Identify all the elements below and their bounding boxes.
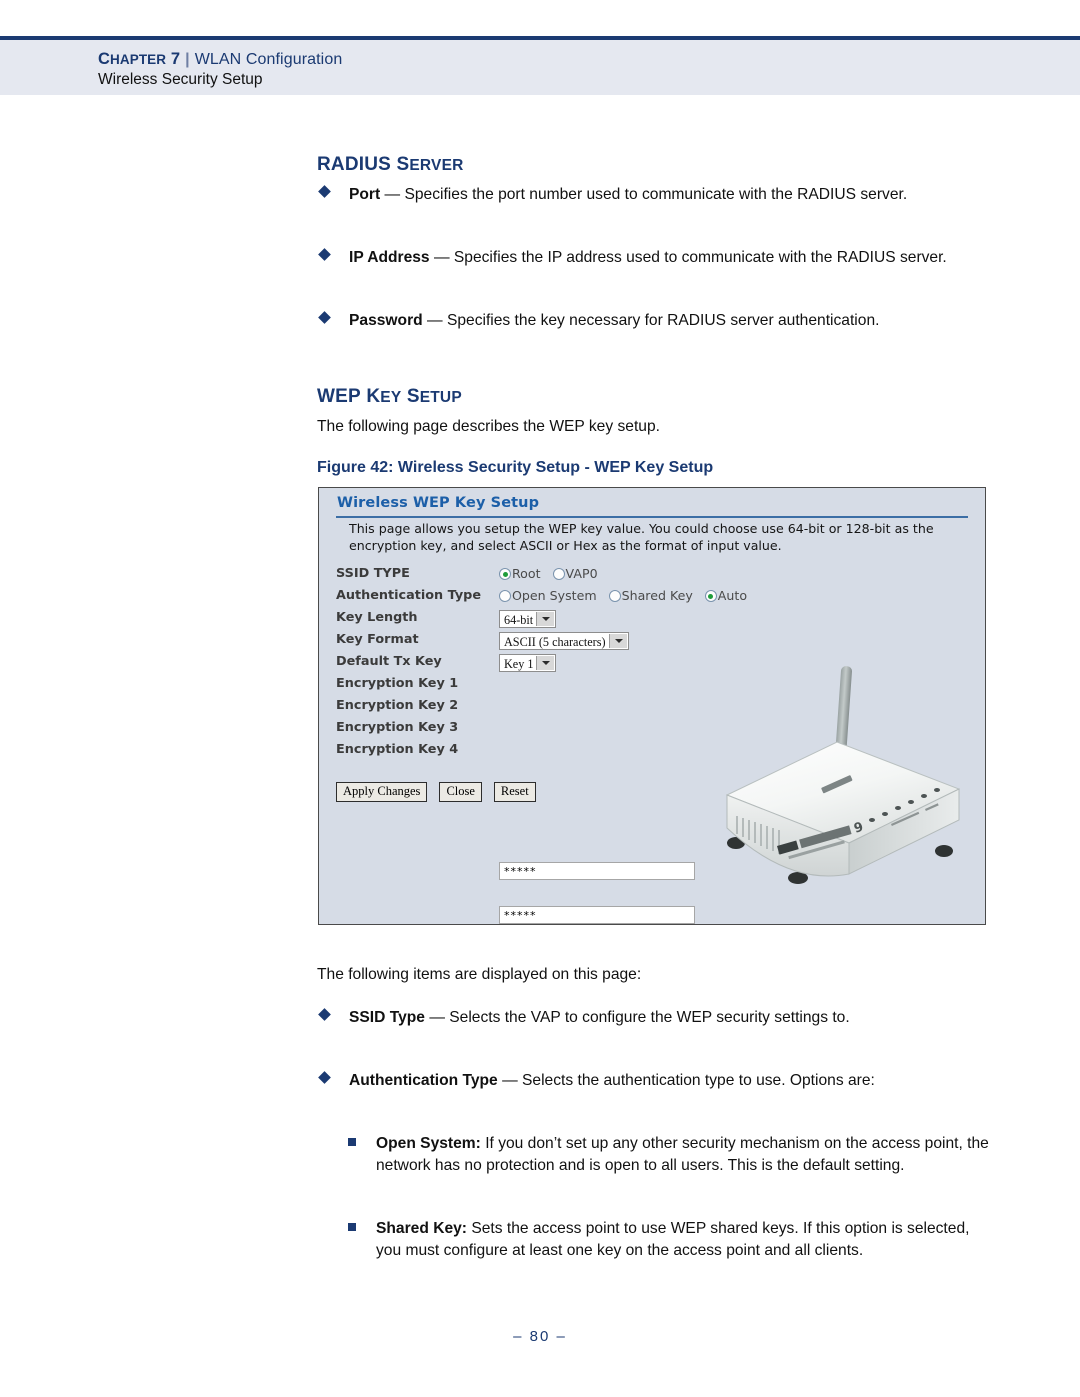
bullet-dash: — (384, 186, 401, 203)
field-key-length: 64-bit (499, 610, 557, 628)
subbullet-item-shared-key: Shared Key: Sets the access point to use… (345, 1218, 990, 1261)
figure-description: This page allows you setup the WEP key v… (349, 521, 934, 553)
field-authentication-type: Open System Shared Key Auto (499, 588, 759, 603)
figure-button-row: Apply Changes Close Reset (336, 780, 548, 802)
diamond-bullet-icon (318, 1008, 331, 1021)
bullet-desc: Specifies the IP address used to communi… (453, 249, 947, 266)
breadcrumb-section: WLAN Configuration (194, 51, 343, 68)
wep-intro-text: The following page describes the WEP key… (317, 418, 660, 435)
reset-button[interactable]: Reset (493, 782, 536, 802)
form-row-key-length: Key Length 64-bit (319, 610, 985, 632)
diamond-bullet-icon (318, 248, 331, 261)
bullet-item-authentication-type: Authentication Type — Selects the authen… (317, 1070, 989, 1092)
figure-wep-key-setup-screenshot: Wireless WEP Key Setup This page allows … (318, 487, 986, 925)
label-encryption-key-2: Encryption Key 2 (336, 698, 459, 713)
figure-title-divider (336, 516, 968, 518)
figure-caption: Figure 42: Wireless Security Setup - WEP… (317, 459, 714, 476)
bullet-item-password: Password — Specifies the key necessary f… (317, 310, 989, 332)
radio-auth-shared-key[interactable] (608, 590, 621, 602)
radio-label-vap0: VAP0 (565, 566, 598, 581)
label-key-format: Key Format (336, 632, 419, 647)
bullet-item-ip-address: IP Address — Specifies the IP address us… (317, 247, 989, 269)
bullet-desc: Specifies the port number used to commun… (404, 186, 908, 203)
router-foot (935, 845, 953, 857)
bullet-desc: Selects the VAP to configure the WEP sec… (449, 1009, 850, 1026)
label-encryption-key-4: Encryption Key 4 (336, 742, 459, 757)
label-authentication-type: Authentication Type (336, 588, 482, 603)
chevron-down-icon[interactable] (608, 634, 627, 648)
bullet-dash: — (427, 312, 443, 329)
form-row-ssid-type: SSID TYPE Root VAP0 (319, 566, 985, 588)
bullet-term: Authentication Type (349, 1072, 498, 1089)
select-key-format[interactable]: ASCII (5 characters) (499, 632, 629, 650)
square-bullet-icon (348, 1138, 356, 1146)
radio-auth-open-system[interactable] (499, 590, 511, 602)
wireless-router-photo: 9 (725, 666, 961, 884)
bullet-item-port: Port — Specifies the port number used to… (317, 184, 989, 206)
label-ssid-type: SSID TYPE (336, 566, 410, 581)
radio-ssid-vap0[interactable] (552, 568, 565, 580)
bullet-term: Password (349, 312, 423, 329)
heading-radius-server: RADIUS SERVER (317, 154, 464, 175)
subbullet-term: Shared Key: (376, 1220, 467, 1237)
field-default-tx-key: Key 1 (499, 654, 557, 672)
breadcrumb-separator: | (185, 51, 190, 68)
diamond-bullet-icon (318, 311, 331, 324)
bullet-term: Port (349, 186, 381, 203)
running-subsection: Wireless Security Setup (98, 71, 263, 88)
bullet-dash: — (429, 1009, 445, 1026)
bullet-term: SSID Type (349, 1009, 425, 1026)
select-key-length[interactable]: 64-bit (499, 610, 557, 628)
apply-changes-button[interactable]: Apply Changes (336, 782, 428, 802)
label-key-length: Key Length (336, 610, 418, 625)
bullet-desc: Selects the authentication type to use. … (522, 1072, 875, 1089)
close-button[interactable]: Close (439, 782, 482, 802)
chevron-down-icon[interactable] (536, 656, 555, 670)
bullet-dash: — (433, 249, 450, 266)
page-number: – 80 – (513, 1328, 567, 1345)
label-encryption-key-3: Encryption Key 3 (336, 720, 459, 735)
breadcrumb: CHAPTER 7 | WLAN Configuration (98, 50, 342, 69)
form-row-authentication-type: Authentication Type Open System Shared Ke… (319, 588, 985, 610)
radio-label-open-system: Open System (512, 588, 597, 603)
select-default-tx-key[interactable]: Key 1 (499, 654, 557, 672)
bullet-term: IP Address (349, 249, 430, 266)
label-encryption-key-1: Encryption Key 1 (336, 676, 459, 691)
items-intro-text: The following items are displayed on thi… (317, 966, 642, 983)
field-ssid-type: Root VAP0 (499, 566, 610, 581)
bullet-desc: Specifies the key necessary for RADIUS s… (446, 312, 880, 329)
diamond-bullet-icon (318, 1071, 331, 1084)
subbullet-term: Open System: (376, 1135, 481, 1152)
chapter-label: CHAPTER 7 (98, 50, 181, 68)
radio-label-auto: Auto (717, 588, 748, 603)
square-bullet-icon (348, 1223, 356, 1231)
radio-label-root: Root (512, 566, 541, 581)
radio-ssid-root[interactable] (499, 568, 511, 580)
figure-panel-title: Wireless WEP Key Setup (337, 495, 540, 511)
chevron-down-icon[interactable] (536, 612, 555, 626)
diamond-bullet-icon (318, 185, 331, 198)
radio-auth-auto[interactable] (704, 590, 717, 602)
input-encryption-key-2[interactable]: ***** (499, 906, 695, 924)
field-key-format: ASCII (5 characters) (499, 632, 629, 650)
chapter-number: 7 (170, 50, 181, 68)
input-encryption-key-1[interactable]: ***** (499, 862, 695, 880)
heading-wep-key-setup: WEP KEY SETUP (317, 386, 462, 407)
label-default-tx-key: Default Tx Key (336, 654, 442, 669)
subbullet-item-open-system: Open System: If you don’t set up any oth… (345, 1133, 990, 1176)
radio-label-shared-key: Shared Key (621, 588, 693, 603)
bullet-dash: — (502, 1072, 518, 1089)
bullet-item-ssid-type: SSID Type — Selects the VAP to configure… (317, 1007, 989, 1029)
